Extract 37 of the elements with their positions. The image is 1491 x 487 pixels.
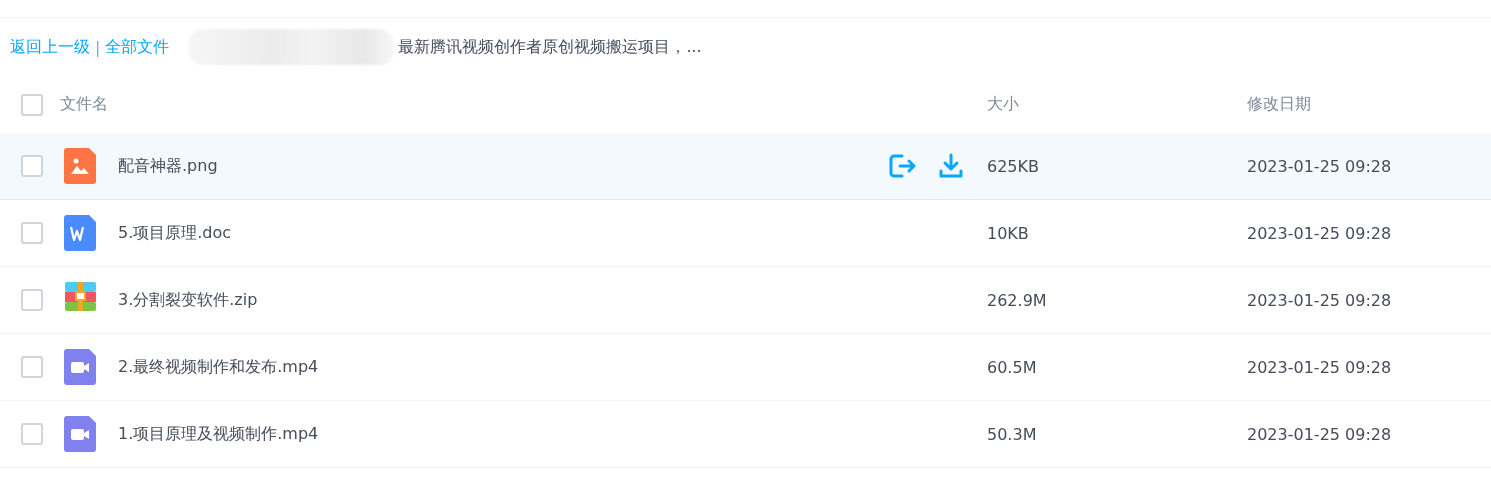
file-name[interactable]: 2.最终视频制作和发布.mp4 [118,356,319,378]
file-row[interactable]: 配音神器.png 625KB 2023-01-25 09:28 [0,133,1491,200]
file-name[interactable]: 1.项目原理及视频制作.mp4 [118,423,319,445]
separator: | [95,37,101,57]
video-file-icon [64,416,96,452]
current-folder: 最新腾讯视频创作者原创视频搬运项目，... [398,36,702,58]
file-size: 50.3M [987,424,1037,444]
checkbox[interactable] [21,222,43,244]
checkbox[interactable] [21,423,43,445]
checkbox[interactable] [21,93,43,116]
modified-date: 2023-01-25 09:28 [1247,424,1392,444]
modified-date: 2023-01-25 09:28 [1247,357,1392,377]
column-header[interactable]: 文件名 [60,94,108,115]
video-file-icon [64,349,96,385]
file-name[interactable]: 配音神器.png [118,155,218,177]
file-row[interactable]: 1.项目原理及视频制作.mp4 50.3M 2023-01-25 09:28 [0,401,1491,468]
file-row[interactable]: 3.分割裂变软件.zip 262.9M 2023-01-25 09:28 [0,267,1491,334]
checkbox[interactable] [21,155,43,177]
file-row[interactable]: 2.最终视频制作和发布.mp4 60.5M 2023-01-25 09:28 [0,334,1491,401]
file-row[interactable]: 5.项目原理.doc 10KB 2023-01-25 09:28 [0,200,1491,267]
file-size: 262.9M [987,290,1047,310]
modified-date: 2023-01-25 09:28 [1247,223,1392,243]
checkbox[interactable] [21,289,43,311]
file-name[interactable]: 3.分割裂变软件.zip [118,289,258,311]
modified-date: 2023-01-25 09:28 [1247,290,1392,310]
word-file-icon [64,215,96,251]
file-size: 625KB [987,156,1039,176]
modified-date: 2023-01-25 09:28 [1247,156,1392,176]
column-header[interactable]: 修改日期 [1247,94,1311,113]
download-icon[interactable] [938,153,964,179]
file-size: 60.5M [987,357,1037,377]
file-name[interactable]: 5.项目原理.doc [118,222,232,244]
checkbox[interactable] [21,356,43,378]
share-icon[interactable] [888,153,918,179]
image-file-icon [64,148,96,184]
column-header[interactable]: 大小 [987,94,1019,113]
file-size: 10KB [987,223,1029,243]
